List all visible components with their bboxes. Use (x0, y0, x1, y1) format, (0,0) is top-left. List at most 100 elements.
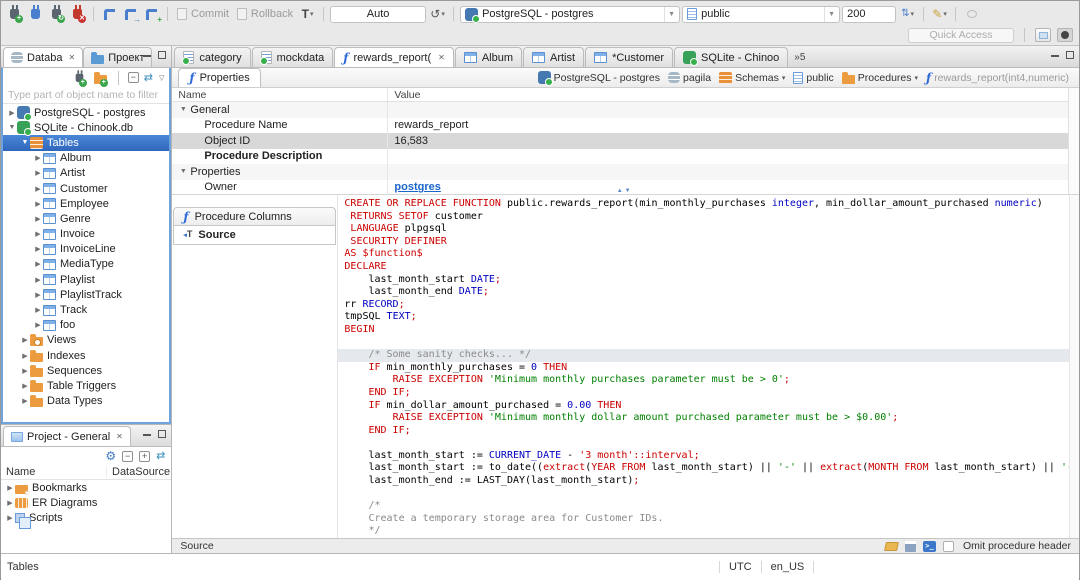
close-icon[interactable]: ✕ (116, 432, 123, 441)
lasso-icon[interactable] (962, 5, 981, 23)
breadcrumb-item-procedures[interactable]: Procedures ▾ (841, 71, 919, 84)
tree-item-tables[interactable]: ▼ Tables (3, 135, 170, 151)
disconnect-icon[interactable]: ✕ (68, 5, 87, 23)
breadcrumb-item-postgresql-postgres[interactable]: PostgreSQL - postgres (537, 71, 660, 86)
chevron-right-icon[interactable]: ▶ (33, 230, 43, 238)
chevron-right-icon[interactable]: ▶ (33, 185, 43, 193)
tree-item-mediatype[interactable]: ▶ MediaType (3, 257, 169, 272)
tab-source[interactable]: ◂T Source (173, 226, 337, 245)
tab-properties[interactable]: ƒ Properties (178, 68, 261, 87)
tree-item-foo[interactable]: ▶ foo (3, 318, 169, 333)
chevron-right-icon[interactable]: ▶ (33, 245, 43, 253)
commit-mode-select[interactable]: Auto (330, 5, 427, 23)
chevron-right-icon[interactable]: ▶ (20, 336, 30, 344)
dbeaver-perspective-icon[interactable] (1057, 28, 1073, 42)
open-perspective-icon[interactable] (1035, 28, 1051, 42)
nav-new-folder-icon[interactable]: + (93, 69, 109, 87)
collapse-all-icon[interactable]: − (122, 450, 134, 462)
grid-header-value[interactable]: Value (388, 89, 420, 101)
tree-item-customer[interactable]: ▶ Customer (3, 181, 169, 196)
transaction-history-icon[interactable]: ↺ ▾ (428, 5, 447, 23)
reconnect-icon[interactable]: ↻ (47, 5, 66, 23)
chevron-right-icon[interactable]: ▶ (33, 260, 43, 268)
properties-scrollbar[interactable] (1068, 88, 1079, 194)
editor-tab-artist[interactable]: Artist (523, 47, 585, 67)
open-sql-editor-icon[interactable]: → (121, 5, 141, 23)
gear-icon[interactable]: ⚙ (105, 450, 116, 462)
link-with-editor-icon[interactable]: ⇄ (156, 450, 165, 462)
tree-item-artist[interactable]: ▶ Artist (3, 166, 169, 181)
commit-button[interactable]: Commit (174, 8, 232, 20)
editor-tab-album[interactable]: Album (454, 47, 522, 67)
save-to-file-icon[interactable] (905, 540, 917, 552)
chevron-down-icon[interactable]: ▼ (20, 139, 30, 146)
chevron-right-icon[interactable]: ▶ (20, 382, 30, 390)
maximize-icon[interactable] (158, 430, 167, 438)
rollback-button[interactable]: Rollback (234, 8, 296, 20)
new-connection-icon[interactable]: + (5, 5, 24, 23)
expand-all-icon[interactable]: + (139, 450, 151, 462)
status-locale[interactable]: en_US (760, 561, 815, 573)
chevron-down-icon[interactable]: ▼ (178, 106, 188, 113)
quick-access-input[interactable]: Quick Access (908, 27, 1014, 43)
property-row-properties[interactable]: ▼ Properties (172, 164, 1079, 180)
maximize-icon[interactable] (158, 51, 167, 59)
tree-item-table-triggers[interactable]: ▶ Table Triggers (3, 378, 169, 393)
connection-select[interactable]: PostgreSQL - postgres ▼ (460, 5, 681, 23)
schema-select[interactable]: public ▼ (682, 5, 841, 23)
chevron-right-icon[interactable]: ▶ (5, 484, 15, 492)
editor-tab-rewards-report[interactable]: ƒ rewards_report(✕ (334, 47, 454, 67)
fetch-size-input[interactable]: 200 (842, 5, 897, 23)
chevron-right-icon[interactable]: ▶ (5, 514, 15, 522)
tab-project-explorer[interactable]: Проект (83, 47, 153, 67)
format-icon[interactable]: ✎ ▾ (930, 5, 949, 23)
grid-header-name[interactable]: Name (172, 88, 389, 101)
tree-item-track[interactable]: ▶ Track (3, 302, 169, 317)
tree-item-invoice[interactable]: ▶ Invoice (3, 227, 169, 242)
link-with-editor-icon[interactable]: ⇄ (144, 72, 153, 84)
property-row-general[interactable]: ▼ General (172, 102, 1079, 118)
chevron-right-icon[interactable]: ▶ (33, 321, 43, 329)
chevron-right-icon[interactable]: ▶ (33, 154, 43, 162)
chevron-right-icon[interactable]: ▶ (33, 276, 43, 284)
column-header-datasource[interactable]: DataSource (107, 466, 170, 478)
sql-editor-icon[interactable] (100, 5, 119, 23)
load-from-file-icon[interactable] (884, 541, 899, 551)
minimize-icon[interactable] (143, 433, 152, 436)
chevron-down-icon[interactable]: ▾ (915, 74, 919, 82)
source-scrollbar[interactable] (1069, 195, 1079, 538)
omit-procedure-header-checkbox[interactable] (943, 540, 955, 552)
chevron-right-icon[interactable]: ▶ (33, 291, 43, 299)
property-row-object-id[interactable]: Object ID 16,583 (172, 133, 1079, 149)
chevron-down-icon[interactable]: ▼ (178, 168, 188, 175)
chevron-right-icon[interactable]: ▶ (20, 397, 30, 405)
object-filter-input[interactable] (3, 87, 170, 104)
open-console-icon[interactable]: >_ (923, 540, 937, 552)
tree-item-genre[interactable]: ▶ Genre (3, 211, 169, 226)
chevron-down-icon[interactable]: ▾ (782, 74, 786, 82)
property-row-procedure-description[interactable]: Procedure Description (172, 148, 1079, 164)
breadcrumb-item-public[interactable]: public (793, 71, 834, 84)
status-timezone[interactable]: UTC (719, 561, 761, 573)
chevron-right-icon[interactable]: ▶ (33, 200, 43, 208)
maximize-icon[interactable] (1066, 51, 1074, 59)
nav-new-connection-icon[interactable]: + (72, 69, 88, 87)
tree-item-views[interactable]: ▶ Views (3, 333, 169, 348)
collapse-all-icon[interactable]: − (127, 72, 139, 83)
breadcrumb-item-pagila[interactable]: pagila (668, 72, 711, 84)
tree-item-indexes[interactable]: ▶ Indexes (3, 348, 169, 363)
tab-procedure-columns[interactable]: ƒ Procedure Columns (173, 207, 337, 226)
chevron-down-icon[interactable]: ▼ (7, 124, 17, 131)
editor-tab-sqlite-chinoo[interactable]: SQLite - Chinoo (674, 47, 789, 67)
chevron-right-icon[interactable]: ▶ (7, 109, 17, 117)
tree-item-sequences[interactable]: ▶ Sequences (3, 363, 169, 378)
tab-database-navigator[interactable]: Databa ✕ (3, 47, 84, 67)
property-value-text[interactable]: postgres (394, 181, 440, 193)
new-sql-editor-icon[interactable]: + (142, 5, 162, 23)
tree-item-data-types[interactable]: ▶ Data Types (3, 394, 169, 409)
sync-icon[interactable]: ⇅ ▾ (898, 5, 917, 23)
sash-collapse-icon[interactable]: ▲▼ (617, 188, 633, 194)
tree-item-playlisttrack[interactable]: ▶ PlaylistTrack (3, 287, 169, 302)
chevron-right-icon[interactable]: ▶ (5, 499, 15, 507)
tree-item-invoiceline[interactable]: ▶ InvoiceLine (3, 242, 169, 257)
